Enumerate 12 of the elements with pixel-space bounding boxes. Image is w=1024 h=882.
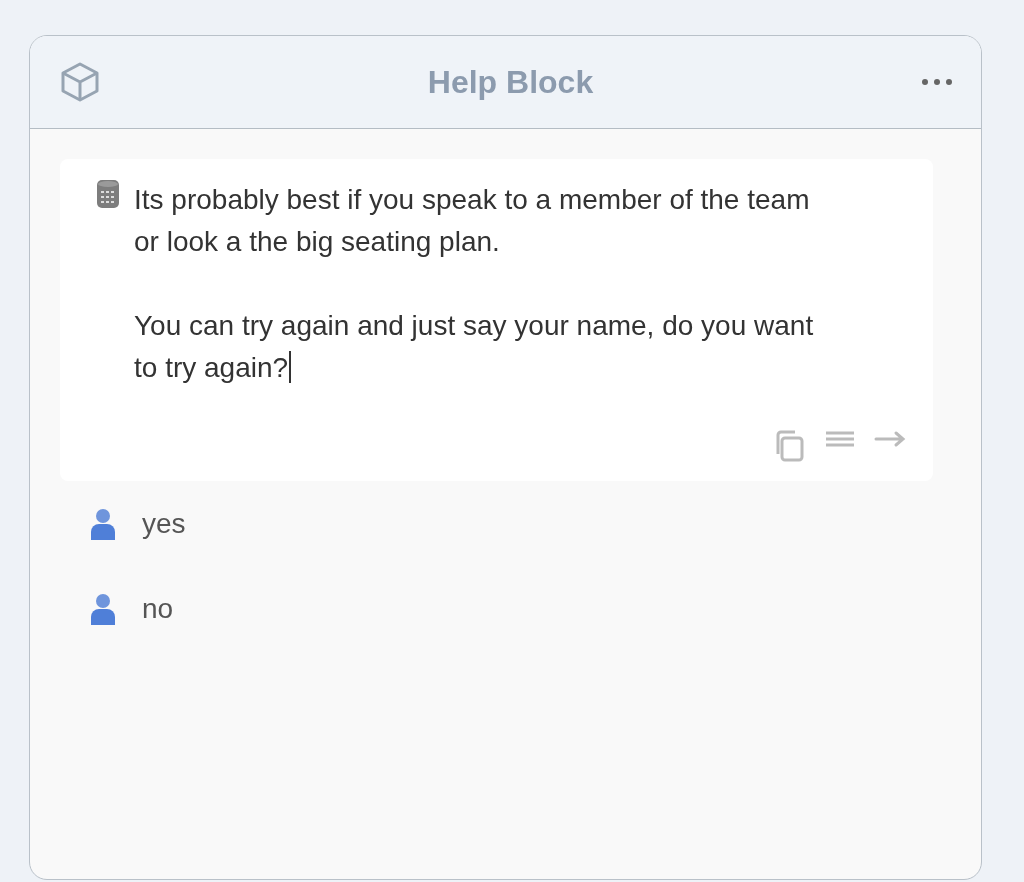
message-text: Its probably best if you speak to a member of the team or look a the big seating plan.: [134, 183, 811, 259]
arrow-icon[interactable]: [873, 429, 907, 449]
more-icon[interactable]: [921, 78, 953, 86]
reply-option[interactable]: no: [142, 592, 174, 625]
person-icon: [90, 506, 116, 541]
reply-option[interactable]: yes: [142, 507, 186, 540]
message-text: You can try again and just say your name, do you want to try again?: [134, 309, 815, 385]
lines-icon[interactable]: [823, 429, 857, 449]
window-title: Help Block: [426, 63, 595, 101]
person-icon: [90, 591, 116, 626]
bot-icon: [96, 179, 120, 209]
cube-icon: [60, 61, 100, 103]
